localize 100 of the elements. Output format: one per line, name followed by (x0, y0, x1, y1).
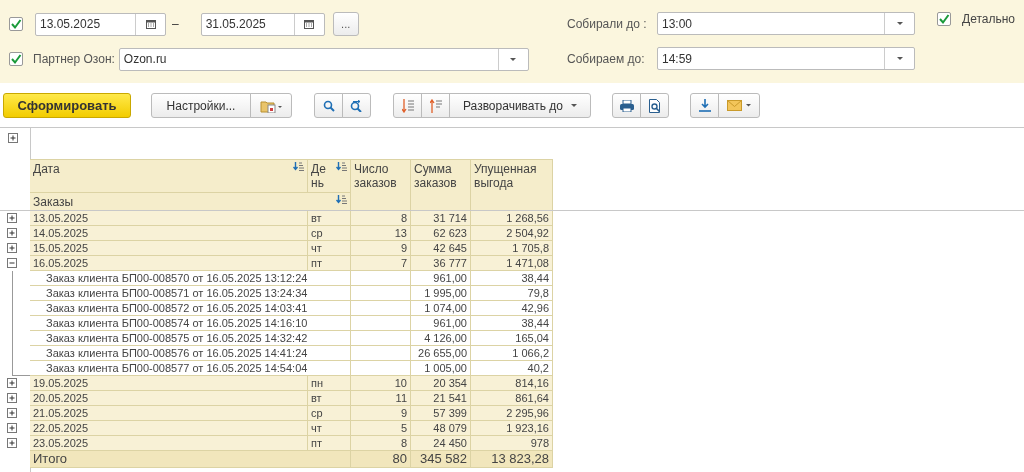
more-button[interactable]: ... (332, 12, 359, 36)
caret-icon[interactable] (896, 22, 903, 25)
caret-icon[interactable] (510, 57, 517, 61)
sort-icon[interactable] (336, 195, 347, 204)
plus-box-icon[interactable] (8, 133, 18, 143)
settings-button[interactable]: Настройки... (151, 93, 251, 118)
mail-button[interactable] (718, 93, 760, 118)
field-label: Собираем до: (567, 51, 646, 68)
date-cell: 19.05.2025 (30, 376, 308, 391)
day-cell: вт (308, 391, 351, 406)
amount-cell: 861,64 (471, 391, 553, 406)
download-icon (698, 99, 711, 112)
search-refresh-icon (350, 99, 363, 112)
date-cell: 21.05.2025 (30, 406, 308, 421)
checkbox[interactable] (9, 52, 23, 66)
sum-cell: 24 450 (411, 436, 471, 451)
count-cell: 9 (351, 241, 411, 256)
sum-cell: 42 645 (411, 241, 471, 256)
plus-box-icon[interactable] (7, 408, 17, 418)
plus-box-icon[interactable] (7, 228, 17, 238)
download-button[interactable] (690, 93, 719, 118)
sum-cell: 62 623 (411, 226, 471, 241)
order-cell: Заказ клиента БП00-008570 от 16.05.2025 13:12:24 (30, 271, 351, 286)
order-cell: Заказ клиента БП00-008575 от 16.05.2025 14:32:42 (30, 331, 351, 346)
column-header: Упущенная выгода (471, 159, 553, 210)
sum-cell: 1 995,00 (411, 286, 471, 301)
column-header: Число заказов (351, 159, 411, 210)
amount-cell: 1 705,8 (471, 241, 553, 256)
sort-icon[interactable] (336, 162, 347, 171)
sum-cell: 4 126,00 (411, 331, 471, 346)
date-field[interactable]: 31.05.2025 (200, 12, 325, 36)
minus-box-icon[interactable] (7, 258, 17, 268)
amount-cell: 38,44 (471, 271, 553, 286)
sort-ascending-icon (429, 98, 442, 113)
amount-cell: 814,16 (471, 376, 553, 391)
plus-box-icon[interactable] (7, 378, 17, 388)
date-cell: 22.05.2025 (30, 421, 308, 436)
calendar-icon[interactable] (304, 19, 315, 29)
amount-cell: 1 066,2 (471, 346, 553, 361)
total-cell: 80 (351, 451, 411, 468)
sort-icon[interactable] (293, 162, 304, 171)
date-cell: 13.05.2025 (30, 211, 308, 226)
folder-document-icon (260, 98, 282, 113)
sum-cell: 1 005,00 (411, 361, 471, 376)
amount-cell: 79,8 (471, 286, 553, 301)
search-refresh-button[interactable] (342, 93, 371, 118)
search-button[interactable] (314, 93, 343, 118)
plus-box-icon[interactable] (7, 213, 17, 223)
plus-box-icon[interactable] (7, 438, 17, 448)
count-cell: 8 (351, 436, 411, 451)
count-cell: 10 (351, 376, 411, 391)
generate-button[interactable]: Сформировать (3, 93, 131, 118)
sum-cell: 57 399 (411, 406, 471, 421)
envelope-icon (727, 100, 751, 111)
order-cell: Заказ клиента БП00-008576 от 16.05.2025 14:41:24 (30, 346, 351, 361)
day-cell: чт (308, 241, 351, 256)
date-field[interactable]: 13.05.2025 (35, 12, 166, 36)
print-button[interactable] (612, 93, 641, 118)
count-cell: 7 (351, 256, 411, 271)
sum-cell: 26 655,00 (411, 346, 471, 361)
day-cell: ср (308, 226, 351, 241)
plus-box-icon[interactable] (7, 243, 17, 253)
order-cell: Заказ клиента БП00-008571 от 16.05.2025 13:24:34 (30, 286, 351, 301)
date-cell: 14.05.2025 (30, 226, 308, 241)
amount-cell: 2 504,92 (471, 226, 553, 241)
caret-icon (571, 104, 577, 107)
amount-cell: 1 471,08 (471, 256, 553, 271)
caret-icon[interactable] (896, 57, 903, 60)
count-cell: 11 (351, 391, 411, 406)
sum-cell: 961,00 (411, 271, 471, 286)
day-cell: ср (308, 406, 351, 421)
print-icon (619, 99, 634, 112)
column-header: Заказы (33, 195, 74, 209)
calendar-icon[interactable] (145, 19, 156, 29)
partner-dropdown[interactable]: Ozon.ru (118, 47, 529, 71)
total-cell: 345 582 (411, 451, 471, 468)
checkbox[interactable] (937, 12, 951, 26)
checkbox[interactable] (9, 17, 23, 31)
order-cell: Заказ клиента БП00-008572 от 16.05.2025 14:03:41 (30, 301, 351, 316)
sort-descending-icon (401, 98, 414, 113)
expand-to-button[interactable]: Разворачивать до (449, 93, 591, 118)
plus-box-icon[interactable] (7, 423, 17, 433)
total-label: Итого (30, 451, 351, 468)
time-dropdown[interactable]: 14:59 (657, 47, 915, 70)
column-header: Сумма заказов (411, 159, 471, 210)
count-cell: 13 (351, 226, 411, 241)
amount-cell: 38,44 (471, 316, 553, 331)
print-preview-button[interactable] (640, 93, 669, 118)
amount-cell: 165,04 (471, 331, 553, 346)
field-label: Собирали до : (567, 16, 648, 33)
amount-cell: 2 295,96 (471, 406, 553, 421)
date-cell: 16.05.2025 (30, 256, 308, 271)
plus-box-icon[interactable] (7, 393, 17, 403)
amount-cell: 1 268,56 (471, 211, 553, 226)
search-icon (322, 99, 335, 112)
time-dropdown[interactable]: 13:00 (657, 12, 915, 35)
count-cell: 8 (351, 211, 411, 226)
count-cell: 9 (351, 406, 411, 421)
sum-cell: 36 777 (411, 256, 471, 271)
sum-cell: 31 714 (411, 211, 471, 226)
